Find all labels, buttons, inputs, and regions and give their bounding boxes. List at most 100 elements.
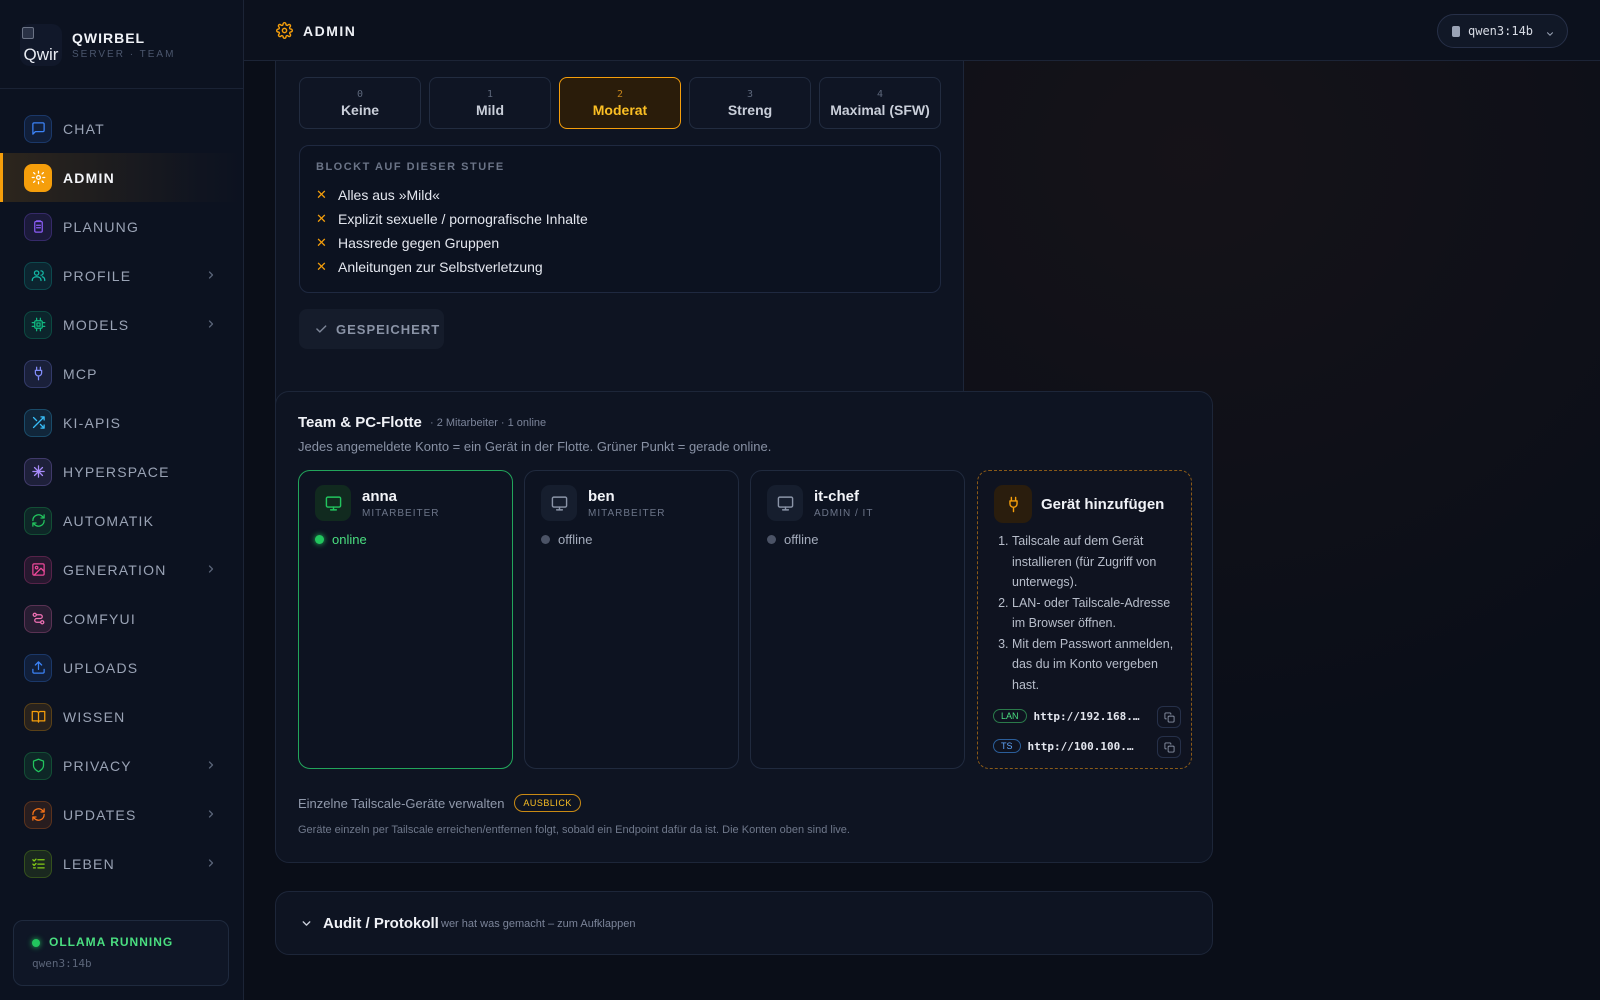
filter-level-4[interactable]: 4 Maximal (SFW) — [819, 77, 941, 129]
plug-icon — [994, 485, 1032, 523]
brand-name: QWIRBEL — [72, 30, 146, 46]
device-card[interactable]: ben MITARBEITER offline — [524, 470, 739, 769]
sidebar-item-label: PRIVACY — [63, 757, 132, 774]
sidebar-item-models[interactable]: MODELS — [0, 300, 243, 349]
device-name: it-chef — [814, 488, 859, 505]
chevron-down-icon — [1545, 26, 1555, 36]
sidebar-item-label: PROFILE — [63, 267, 132, 284]
blocked-item: ✕ Hassrede gegen Gruppen — [316, 231, 588, 255]
sidebar-item-label: WISSEN — [63, 708, 126, 725]
device-card[interactable]: anna MITARBEITER online — [298, 470, 513, 769]
chevron-right-icon[interactable] — [205, 856, 217, 868]
filter-level-2[interactable]: 2 Moderat — [559, 77, 681, 129]
sidebar-item-mcp[interactable]: MCP — [0, 349, 243, 398]
sidebar-item-label: LEBEN — [63, 855, 115, 872]
sidebar-item-generation[interactable]: GENERATION — [0, 545, 243, 594]
chevron-right-icon[interactable] — [205, 807, 217, 819]
device-role: MITARBEITER — [588, 508, 666, 519]
device-name: anna — [362, 488, 398, 505]
saved-button[interactable]: GESPEICHERT — [299, 309, 444, 349]
brand[interactable]: Qwir QWIRBEL SERVER · TEAM — [20, 24, 175, 66]
chevron-right-icon[interactable] — [205, 317, 217, 329]
chip-icon — [24, 310, 52, 339]
device-status-text: offline — [558, 532, 593, 547]
monitor-icon — [767, 485, 803, 521]
address-row-ts: TS http://100.100.1… — [993, 736, 1181, 758]
chat-icon — [24, 114, 52, 143]
copy-icon[interactable] — [1157, 706, 1181, 728]
level-label: Keine — [340, 101, 380, 118]
device-name: ben — [588, 488, 615, 505]
sidebar-item-ki-apis[interactable]: KI-APIS — [0, 398, 243, 447]
check-icon — [314, 322, 328, 336]
shield-icon — [24, 751, 52, 780]
image-icon — [24, 555, 52, 584]
main-content: 0 Keine 1 Mild 2 Moderat 3 Streng 4 Maximal (SFW)… — [244, 61, 1600, 1000]
sidebar-item-leben[interactable]: LEBEN — [0, 839, 243, 888]
tailscale-manage: Einzelne Tailscale-Geräte verwalten AUSB… — [298, 794, 581, 812]
sidebar-item-comfyui[interactable]: COMFYUI — [0, 594, 243, 643]
x-icon: ✕ — [316, 187, 327, 202]
status-dot — [541, 535, 550, 544]
address-row-lan: LAN http://192.168.… — [993, 706, 1181, 728]
divider — [0, 88, 243, 89]
brand-subtitle: SERVER · TEAM — [72, 49, 176, 60]
clipboard-icon — [24, 212, 52, 241]
filter-level-1[interactable]: 1 Mild — [429, 77, 551, 129]
device-status-text: offline — [784, 532, 819, 547]
level-number: 3 — [746, 88, 754, 100]
sidebar-item-updates[interactable]: UPDATES — [0, 790, 243, 839]
model-icon — [1452, 25, 1460, 37]
blocked-item: ✕ Explizit sexuelle / pornografische Inha… — [316, 207, 588, 231]
audit-card[interactable]: Audit / Protokoll wer hat was gemacht – … — [275, 891, 1213, 955]
address-url[interactable]: http://192.168.… — [1034, 710, 1144, 723]
chevron-right-icon[interactable] — [205, 562, 217, 574]
device-status: offline — [767, 532, 818, 547]
sidebar-item-privacy[interactable]: PRIVACY — [0, 741, 243, 790]
level-number: 2 — [616, 88, 624, 100]
status-model: qwen3:14b — [32, 957, 92, 970]
status-dot — [32, 939, 40, 947]
team-meta: · 2 Mitarbeiter · 1 online — [430, 417, 547, 429]
brand-logo-alt: Qwir — [23, 45, 59, 64]
sidebar-item-planung[interactable]: PLANUNG — [0, 202, 243, 251]
sidebar-item-admin[interactable]: ADMIN — [0, 153, 243, 202]
blocked-title: BLOCKT AUF DIESER STUFE — [316, 161, 505, 173]
x-icon: ✕ — [316, 235, 327, 250]
blocked-item-text: Alles aus »Mild« — [338, 187, 440, 203]
sidebar-item-label: AUTOMATIK — [63, 512, 155, 529]
sidebar-item-profile[interactable]: PROFILE — [0, 251, 243, 300]
level-label: Maximal (SFW) — [830, 101, 930, 118]
chevron-right-icon[interactable] — [205, 268, 217, 280]
address-tag: TS — [993, 739, 1021, 753]
level-label: Mild — [476, 101, 504, 118]
refresh-icon — [24, 506, 52, 535]
sidebar-item-hyperspace[interactable]: HYPERSPACE — [0, 447, 243, 496]
filter-level-3[interactable]: 3 Streng — [689, 77, 811, 129]
copy-icon[interactable] — [1157, 736, 1181, 758]
sidebar-item-label: ADMIN — [63, 169, 115, 186]
filter-level-0[interactable]: 0 Keine — [299, 77, 421, 129]
device-role: ADMIN / IT — [814, 508, 874, 519]
audit-title: Audit / Protokoll — [323, 915, 439, 932]
sync-icon — [24, 800, 52, 829]
sidebar-item-chat[interactable]: CHAT — [0, 104, 243, 153]
device-card[interactable]: it-chef ADMIN / IT offline — [750, 470, 965, 769]
add-device-steps: Tailscale auf dem Gerät installieren (fü… — [1012, 531, 1184, 695]
sidebar-item-uploads[interactable]: UPLOADS — [0, 643, 243, 692]
address-tag: LAN — [993, 709, 1027, 723]
blocked-item-text: Anleitungen zur Selbstverletzung — [338, 259, 543, 275]
blocked-item-text: Explizit sexuelle / pornografische Inhal… — [338, 211, 588, 227]
chevron-down-icon[interactable] — [300, 917, 313, 930]
sidebar-item-automatik[interactable]: AUTOMATIK — [0, 496, 243, 545]
model-select[interactable]: qwen3:14b — [1437, 14, 1568, 48]
status-dot — [767, 535, 776, 544]
filter-levels: 0 Keine 1 Mild 2 Moderat 3 Streng 4 Maximal (SFW) — [299, 77, 949, 129]
level-label: Moderat — [592, 101, 648, 118]
team-fleet-card: Team & PC-Flotte · 2 Mitarbeiter · 1 onl… — [275, 391, 1213, 863]
blocked-item-text: Hassrede gegen Gruppen — [338, 235, 500, 251]
sidebar-item-wissen[interactable]: WISSEN — [0, 692, 243, 741]
chevron-right-icon[interactable] — [205, 758, 217, 770]
address-url[interactable]: http://100.100.1… — [1028, 740, 1138, 753]
team-description: Jedes angemeldete Konto = ein Gerät in d… — [298, 439, 772, 454]
